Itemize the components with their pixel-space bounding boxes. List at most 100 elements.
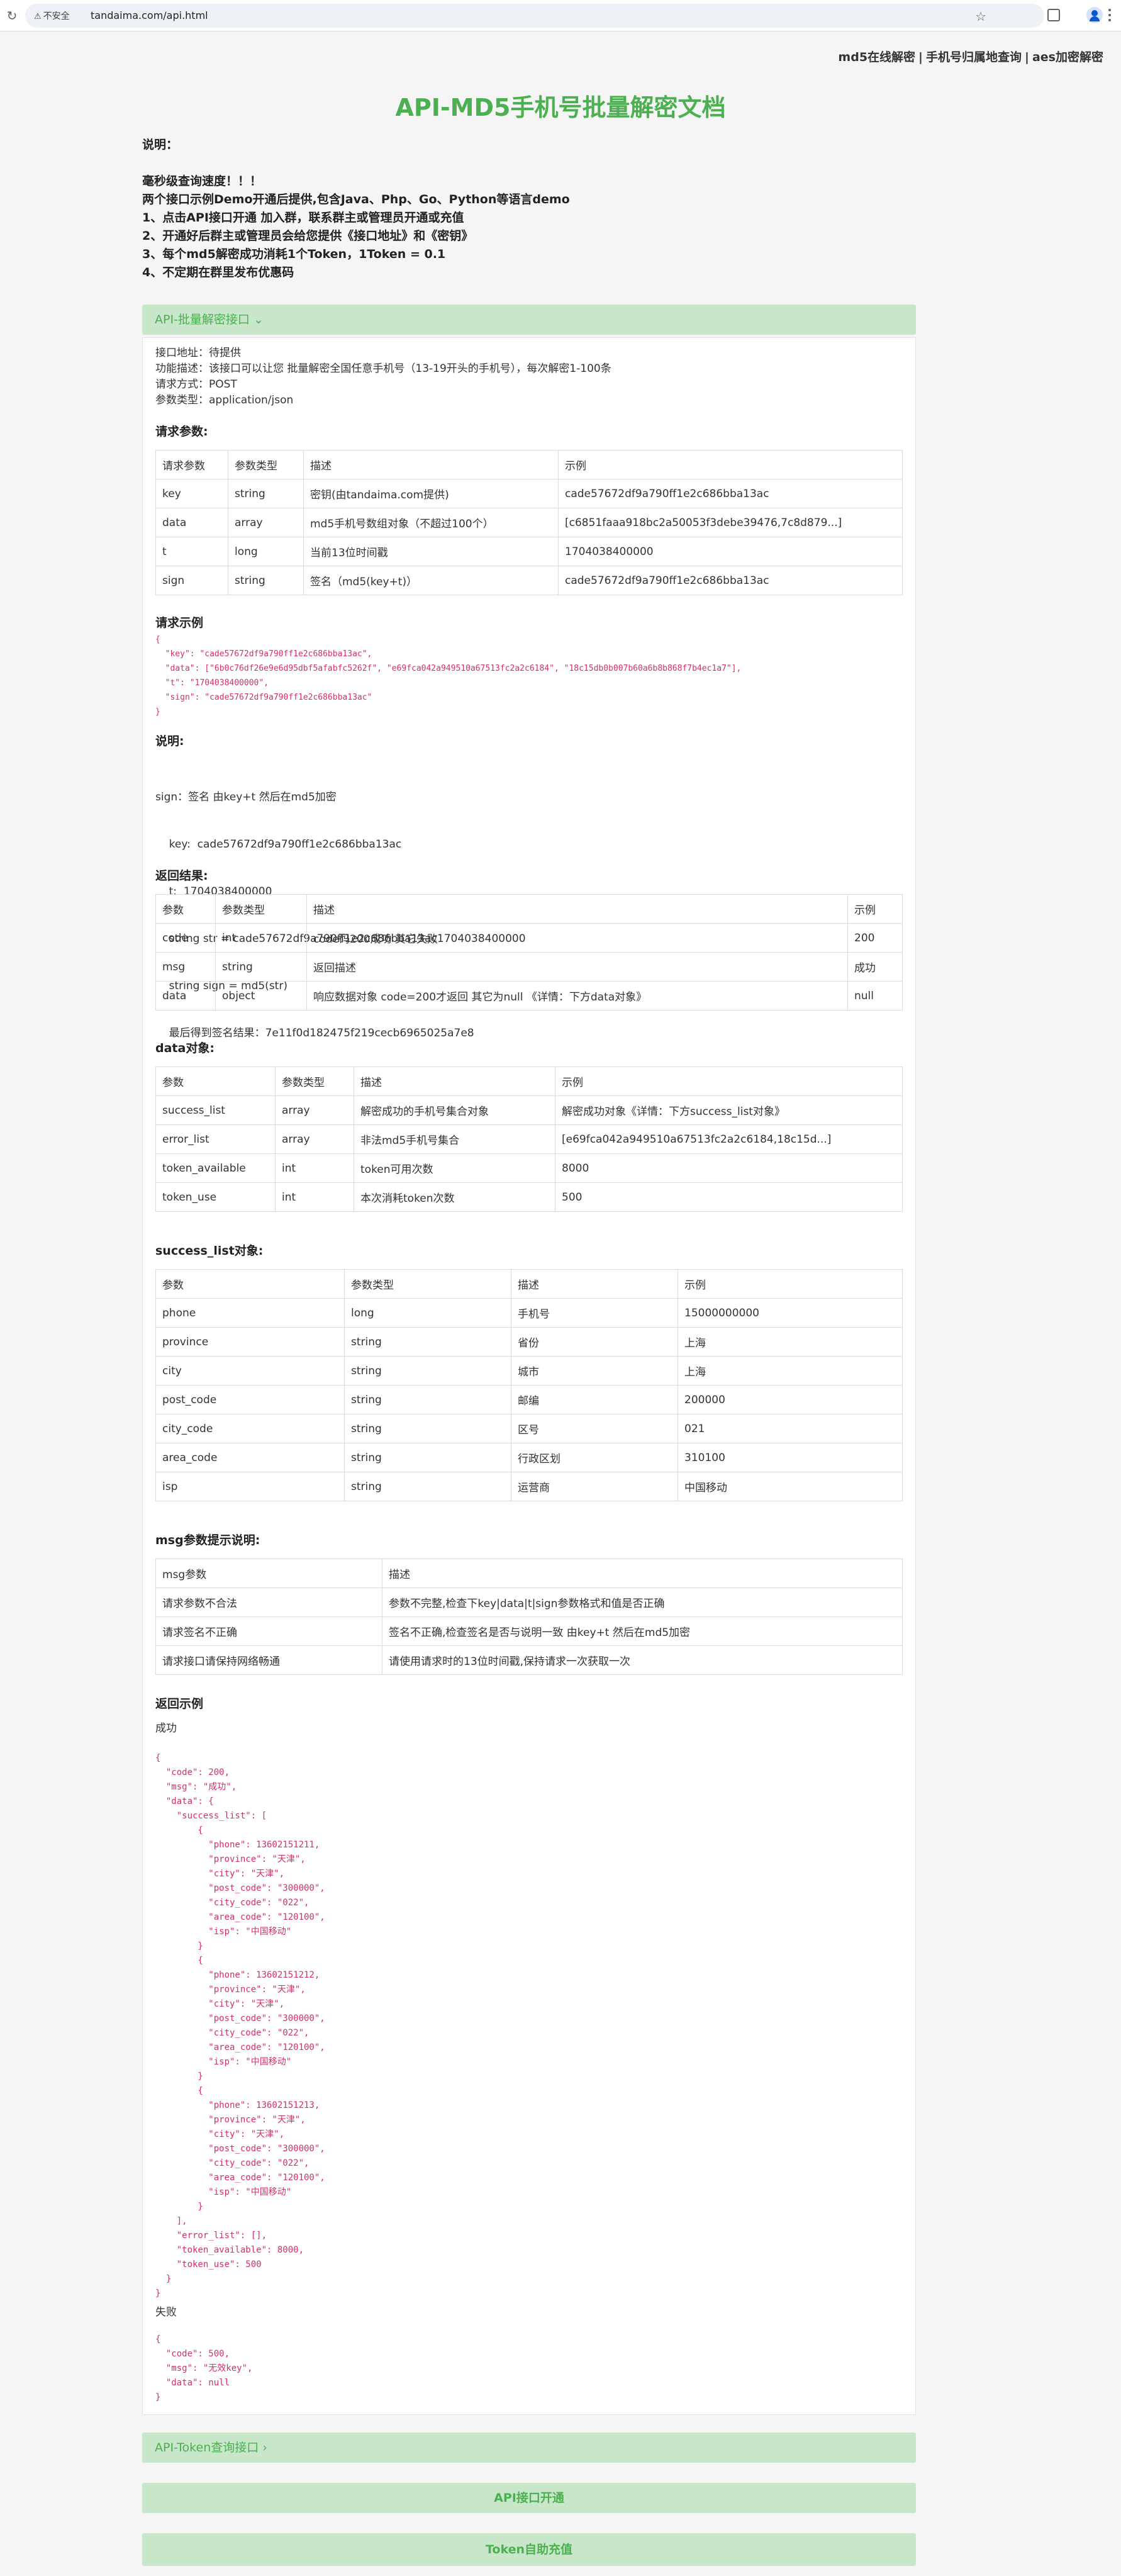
- table-cell: cade57672df9a790ff1e2c686bba13ac: [558, 566, 903, 595]
- table-row: msg string 返回描述 成功: [155, 952, 903, 982]
- column-header: 描述: [382, 1559, 903, 1588]
- table-cell: t: [155, 537, 228, 566]
- request-example-code: { "key": "cade57672df9a790ff1e2c686bba13…: [155, 635, 742, 717]
- request-params-title: 请求参数:: [155, 425, 208, 439]
- page-title: API-MD5手机号批量解密文档: [395, 94, 726, 121]
- column-header: 示例: [555, 1067, 903, 1096]
- table-cell: int: [275, 1153, 354, 1183]
- return-result-title: 返回结果:: [155, 869, 208, 883]
- intro-line: 2、开通好后群主或管理员会给您提供《接口地址》和《密钥》: [142, 229, 474, 243]
- table-header-row: 参数 参数类型 描述 示例: [155, 1269, 903, 1299]
- security-indicator[interactable]: ⚠ 不安全: [34, 9, 70, 22]
- panel-token-query-header[interactable]: API-Token查询接口 ›: [142, 2433, 916, 2463]
- table-header-row: msg参数 描述: [155, 1559, 903, 1588]
- intro-section: 说明： 毫秒级查询速度！！！ 两个接口示例Demo开通后提供,包含Java、Ph…: [142, 136, 916, 282]
- table-cell: error_list: [155, 1124, 276, 1154]
- data-object-table: 参数 参数类型 描述 示例 success_list array 解密成功的手机…: [155, 1067, 903, 1212]
- column-header: 示例: [847, 894, 903, 924]
- browser-toolbar: ↻ ⚠ 不安全 tandaima.com/api.html ☆: [0, 0, 1121, 31]
- url-text[interactable]: tandaima.com/api.html: [91, 9, 208, 21]
- note-line: sign：签名 由key+t 然后在md5加密: [155, 791, 337, 804]
- table-cell: int: [275, 1182, 354, 1212]
- column-header: 描述: [511, 1269, 678, 1299]
- column-header: 描述: [306, 894, 848, 924]
- table-cell: 返回描述: [306, 952, 848, 982]
- table-cell: 行政区划: [511, 1443, 678, 1472]
- table-cell: success_list: [155, 1095, 276, 1125]
- table-cell: 上海: [678, 1356, 903, 1386]
- column-header: 参数类型: [275, 1067, 354, 1096]
- msg-params-title: msg参数提示说明:: [155, 1533, 260, 1547]
- table-cell: 请求接口请保持网络畅通: [155, 1645, 382, 1675]
- table-row: 请求接口请保持网络畅通 请使用请求时的13位时间戳,保持请求一次获取一次: [155, 1645, 903, 1675]
- return-result-table: 参数 参数类型 描述 示例 code int code码200成功 其它失败 2…: [155, 894, 903, 1011]
- data-object-title: data对象:: [155, 1041, 215, 1055]
- table-row: error_list array 非法md5手机号集合 [e69fca042a9…: [155, 1124, 903, 1154]
- table-cell: 8000: [555, 1153, 903, 1183]
- table-cell: object: [215, 981, 307, 1011]
- table-cell: 15000000000: [678, 1298, 903, 1328]
- table-cell: 响应数据对象 code=200才返回 其它为null 《详情：下方data对象》: [306, 981, 848, 1011]
- request-example-title: 请求示例: [155, 616, 204, 630]
- success-response-code: { "code": 200, "msg": "成功", "data": { "s…: [155, 1753, 325, 2299]
- column-header: 参数: [155, 1067, 276, 1096]
- table-cell: array: [228, 508, 304, 537]
- table-cell: int: [215, 923, 307, 953]
- return-result-table-wrap: 参数 参数类型 描述 示例 code int code码200成功 其它失败 2…: [155, 894, 903, 1011]
- api-open-button[interactable]: API接口开通: [142, 2483, 916, 2513]
- table-cell: md5手机号数组对象（不超过100个）: [303, 508, 559, 537]
- table-row: 请求参数不合法 参数不完整,检查下key|data|t|sign参数格式和值是否…: [155, 1588, 903, 1617]
- table-cell: string: [344, 1472, 511, 1501]
- table-row: sign string 签名（md5(key+t)） cade57672df9a…: [155, 566, 903, 595]
- fail-response-code: { "code": 500, "msg": "无效key", "data": n…: [155, 2334, 253, 2402]
- table-cell: string: [344, 1443, 511, 1472]
- token-recharge-button[interactable]: Token自助充值: [142, 2533, 916, 2566]
- table-cell: string: [344, 1356, 511, 1386]
- intro-line: 4、不定期在群里发布优惠码: [142, 266, 294, 279]
- link-aes[interactable]: aes加密解密: [1032, 50, 1103, 64]
- table-cell: 手机号: [511, 1298, 678, 1328]
- table-cell: 运营商: [511, 1472, 678, 1501]
- address-bar[interactable]: ⚠ 不安全 tandaima.com/api.html ☆: [25, 4, 1044, 28]
- table-cell: null: [847, 981, 903, 1011]
- intro-heading: 说明：: [142, 138, 179, 152]
- table-cell: 500: [555, 1182, 903, 1212]
- table-cell: 邮编: [511, 1385, 678, 1414]
- panel-batch-decrypt-header[interactable]: API-批量解密接口 ⌄: [142, 305, 916, 335]
- extensions-icon[interactable]: [1047, 9, 1060, 21]
- table-row: data array md5手机号数组对象（不超过100个） [c6851faa…: [155, 508, 903, 537]
- table-cell: 上海: [678, 1327, 903, 1357]
- table-cell: 非法md5手机号集合: [354, 1124, 555, 1154]
- table-cell: string: [344, 1385, 511, 1414]
- table-cell: token_available: [155, 1153, 276, 1183]
- link-phone-location[interactable]: 手机号归属地查询: [926, 50, 1022, 64]
- column-header: 参数类型: [228, 450, 304, 479]
- link-md5-decrypt[interactable]: md5在线解密: [838, 50, 915, 64]
- table-row: phone long 手机号 15000000000: [155, 1298, 903, 1328]
- table-cell: array: [275, 1124, 354, 1154]
- table-cell: cade57672df9a790ff1e2c686bba13ac: [558, 479, 903, 508]
- table-cell: data: [155, 981, 216, 1011]
- request-params-table-wrap: 请求参数 参数类型 描述 示例 key string 密钥(由tandaima.…: [155, 450, 903, 595]
- profile-avatar-icon[interactable]: [1086, 7, 1103, 23]
- intro-line: 毫秒级查询速度！！！: [142, 174, 262, 188]
- table-cell: post_code: [155, 1385, 345, 1414]
- table-cell: city_code: [155, 1414, 345, 1443]
- table-cell: array: [275, 1095, 354, 1125]
- divider: |: [918, 50, 923, 64]
- table-row: t long 当前13位时间戳 1704038400000: [155, 537, 903, 566]
- reload-icon[interactable]: ↻: [4, 8, 20, 24]
- table-cell: token可用次数: [354, 1153, 555, 1183]
- table-cell: 请求签名不正确: [155, 1616, 382, 1646]
- bookmark-star-icon[interactable]: ☆: [975, 9, 986, 24]
- table-cell: phone: [155, 1298, 345, 1328]
- table-cell: isp: [155, 1472, 345, 1501]
- table-cell: 解密成功对象《详情：下方success_list对象》: [555, 1095, 903, 1125]
- table-cell: 解密成功的手机号集合对象: [354, 1095, 555, 1125]
- menu-kebab-icon[interactable]: [1108, 9, 1111, 21]
- intro-line: 两个接口示例Demo开通后提供,包含Java、Php、Go、Python等语言d…: [142, 193, 570, 206]
- column-header: 参数: [155, 1269, 345, 1299]
- table-cell: long: [228, 537, 304, 566]
- table-cell: 请求参数不合法: [155, 1588, 382, 1617]
- table-cell: 城市: [511, 1356, 678, 1386]
